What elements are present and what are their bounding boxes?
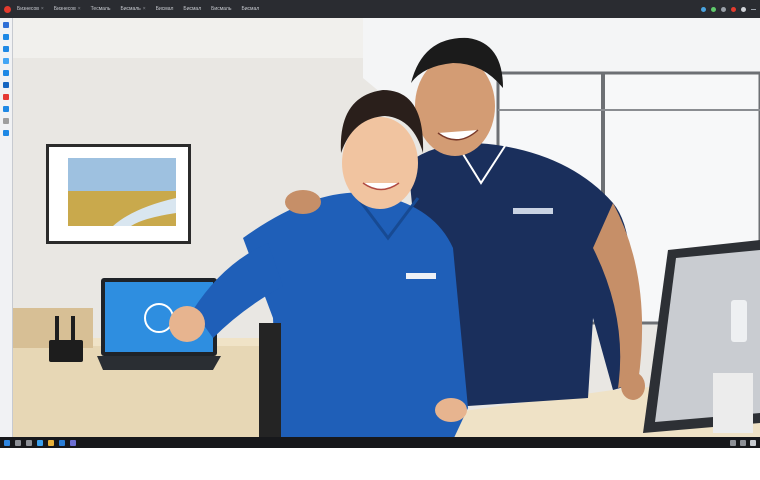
man-badge (513, 208, 553, 214)
browser-tab-bar: Бизнесов × Бизнесов × Тесмаль Бисмаль × Бис… (0, 0, 760, 18)
tab-label: Тесмаль (90, 6, 111, 12)
blue-icon[interactable] (3, 70, 9, 76)
tab-label: Бисмал (183, 6, 202, 12)
woman-hand (435, 398, 467, 422)
tab-label: Бисмал (155, 6, 174, 12)
main-photo (13, 18, 760, 440)
tab-label: Бисмаль (211, 6, 232, 12)
system-tray (730, 439, 756, 446)
network-icon[interactable] (730, 439, 736, 446)
laptop-keyboard (97, 356, 221, 370)
files-icon[interactable] (48, 439, 54, 446)
browser-tab[interactable]: Бизнесов × (17, 6, 44, 12)
tab-close-icon[interactable]: × (78, 6, 81, 12)
window-controls (701, 6, 756, 12)
store-icon[interactable] (70, 439, 76, 446)
tab-close-icon[interactable]: × (143, 6, 146, 12)
blue-icon[interactable] (3, 82, 9, 88)
browser-tab[interactable]: Бисмал (241, 6, 259, 12)
app-icon[interactable] (3, 22, 9, 28)
blue-icon[interactable] (3, 34, 9, 40)
browser-logo-icon[interactable] (4, 5, 11, 13)
tab-close-icon[interactable]: × (41, 6, 44, 12)
browser-tab[interactable]: Тесмаль (91, 6, 111, 12)
start-icon[interactable] (4, 439, 10, 446)
left-toolbar (0, 18, 13, 448)
browser-tab[interactable]: Бисмал (156, 6, 174, 12)
browser-icon[interactable] (37, 439, 43, 446)
browser-tab[interactable]: Бисмал (183, 6, 201, 12)
task-view-icon[interactable] (26, 439, 32, 446)
tab-label: Бисмал (241, 6, 260, 12)
man-hand (621, 372, 645, 400)
tab-label: Бисмаль (120, 6, 141, 12)
profile-icon[interactable] (731, 6, 736, 12)
router-antenna (71, 316, 75, 342)
ceiling (13, 18, 373, 58)
blue-icon[interactable] (3, 106, 9, 112)
tab-label: Бизнесов (53, 6, 76, 12)
menu-icon[interactable] (741, 6, 746, 12)
volume-icon[interactable] (740, 439, 746, 446)
woman-badge (406, 273, 436, 279)
router-antenna (55, 316, 59, 342)
monitor-button (731, 300, 747, 342)
man-face (415, 56, 495, 156)
extension-icon[interactable] (721, 6, 726, 12)
chair (259, 323, 281, 440)
blue-icon[interactable] (3, 58, 9, 64)
tab-label: Бизнесов (17, 6, 39, 12)
phone-device (713, 373, 753, 433)
page-bottom (0, 448, 760, 480)
blue-icon[interactable] (3, 46, 9, 52)
browser-tab[interactable]: Бисмаль × (120, 6, 145, 12)
browser-tab[interactable]: Бизнесов × (54, 6, 81, 12)
extension-icon[interactable] (701, 6, 706, 12)
minimize-icon[interactable] (751, 8, 756, 10)
search-icon[interactable] (15, 439, 21, 446)
woman-hand (169, 306, 205, 342)
blue-icon[interactable] (3, 130, 9, 136)
woman-face (342, 117, 418, 209)
office-photo (13, 18, 760, 440)
browser-tab[interactable]: Бисмаль (211, 6, 231, 12)
man-hand-shoulder (285, 190, 321, 214)
gray-icon[interactable] (3, 118, 9, 124)
extension-icon[interactable] (711, 6, 716, 12)
mail-icon[interactable] (59, 439, 65, 446)
taskbar (0, 437, 760, 448)
clock-icon[interactable] (750, 439, 756, 446)
red-icon[interactable] (3, 94, 9, 100)
router (49, 340, 83, 362)
